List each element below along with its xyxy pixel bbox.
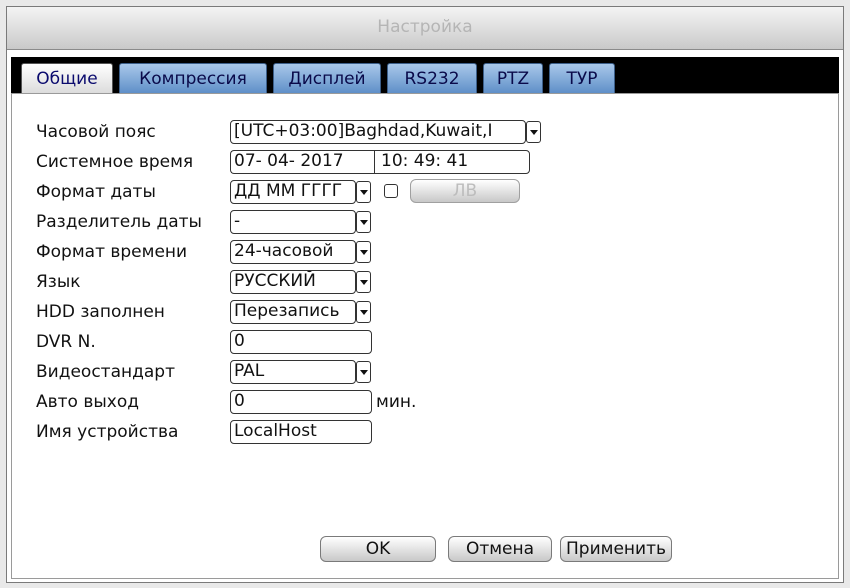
tab-general[interactable]: Общие bbox=[21, 63, 113, 93]
language-label: Язык bbox=[36, 272, 81, 292]
window-title: Настройка bbox=[377, 17, 473, 37]
system-date-field[interactable]: 07- 04- 2017 bbox=[230, 150, 376, 174]
device-name-label: Имя устройства bbox=[36, 422, 179, 442]
time-format-label: Формат времени bbox=[36, 242, 188, 262]
time-format-select[interactable]: 24-часовой bbox=[230, 240, 356, 264]
video-standard-select[interactable]: PAL bbox=[230, 360, 356, 384]
system-time-field[interactable]: 10: 49: 41 bbox=[374, 150, 530, 174]
dvr-no-field[interactable]: 0 bbox=[230, 330, 372, 354]
timezone-select[interactable]: [UTC+03:00]Baghdad,Kuwait,I bbox=[230, 120, 526, 144]
date-format-select[interactable]: ДД ММ ГГГГ bbox=[230, 180, 356, 204]
date-separator-select[interactable]: - bbox=[230, 210, 356, 234]
dst-button[interactable]: ЛВ bbox=[410, 179, 520, 203]
title-bar: Настройка bbox=[7, 7, 843, 50]
dst-checkbox[interactable] bbox=[384, 184, 398, 198]
date-separator-label: Разделитель даты bbox=[36, 212, 202, 232]
timezone-label: Часовой пояс bbox=[36, 122, 156, 142]
tab-bar: Общие Компрессия Дисплей RS232 PTZ ТУР bbox=[11, 57, 839, 93]
date-format-label: Формат даты bbox=[36, 182, 156, 202]
hdd-full-dropdown-arrow[interactable] bbox=[356, 301, 371, 323]
time-format-dropdown-arrow[interactable] bbox=[356, 241, 371, 263]
cancel-button[interactable]: Отмена bbox=[448, 536, 552, 562]
tab-tour[interactable]: ТУР bbox=[549, 63, 615, 93]
video-standard-dropdown-arrow[interactable] bbox=[356, 361, 371, 383]
tab-compression[interactable]: Компрессия bbox=[119, 63, 267, 93]
date-separator-dropdown-arrow[interactable] bbox=[356, 211, 371, 233]
language-select[interactable]: РУССКИЙ bbox=[230, 270, 356, 294]
system-time-label: Системное время bbox=[36, 152, 194, 172]
settings-window: Настройка Общие Компрессия Дисплей RS232… bbox=[6, 6, 844, 583]
general-settings-panel: Часовой пояс [UTC+03:00]Baghdad,Kuwait,I… bbox=[11, 93, 839, 579]
date-format-dropdown-arrow[interactable] bbox=[356, 181, 371, 203]
dvr-no-label: DVR N. bbox=[36, 332, 96, 352]
tab-display[interactable]: Дисплей bbox=[273, 63, 381, 93]
tab-rs232[interactable]: RS232 bbox=[387, 63, 477, 93]
auto-logout-field[interactable]: 0 bbox=[230, 390, 372, 414]
device-name-field[interactable]: LocalHost bbox=[230, 420, 372, 444]
hdd-full-label: HDD заполнен bbox=[36, 302, 165, 322]
language-dropdown-arrow[interactable] bbox=[356, 271, 371, 293]
tab-ptz[interactable]: PTZ bbox=[483, 63, 543, 93]
auto-logout-label: Авто выход bbox=[36, 392, 140, 412]
video-standard-label: Видеостандарт bbox=[36, 362, 175, 382]
apply-button[interactable]: Применить bbox=[560, 536, 672, 562]
timezone-dropdown-arrow[interactable] bbox=[526, 121, 541, 143]
hdd-full-select[interactable]: Перезапись bbox=[230, 300, 356, 324]
ok-button[interactable]: OK bbox=[320, 536, 436, 562]
auto-logout-unit: мин. bbox=[376, 392, 417, 412]
